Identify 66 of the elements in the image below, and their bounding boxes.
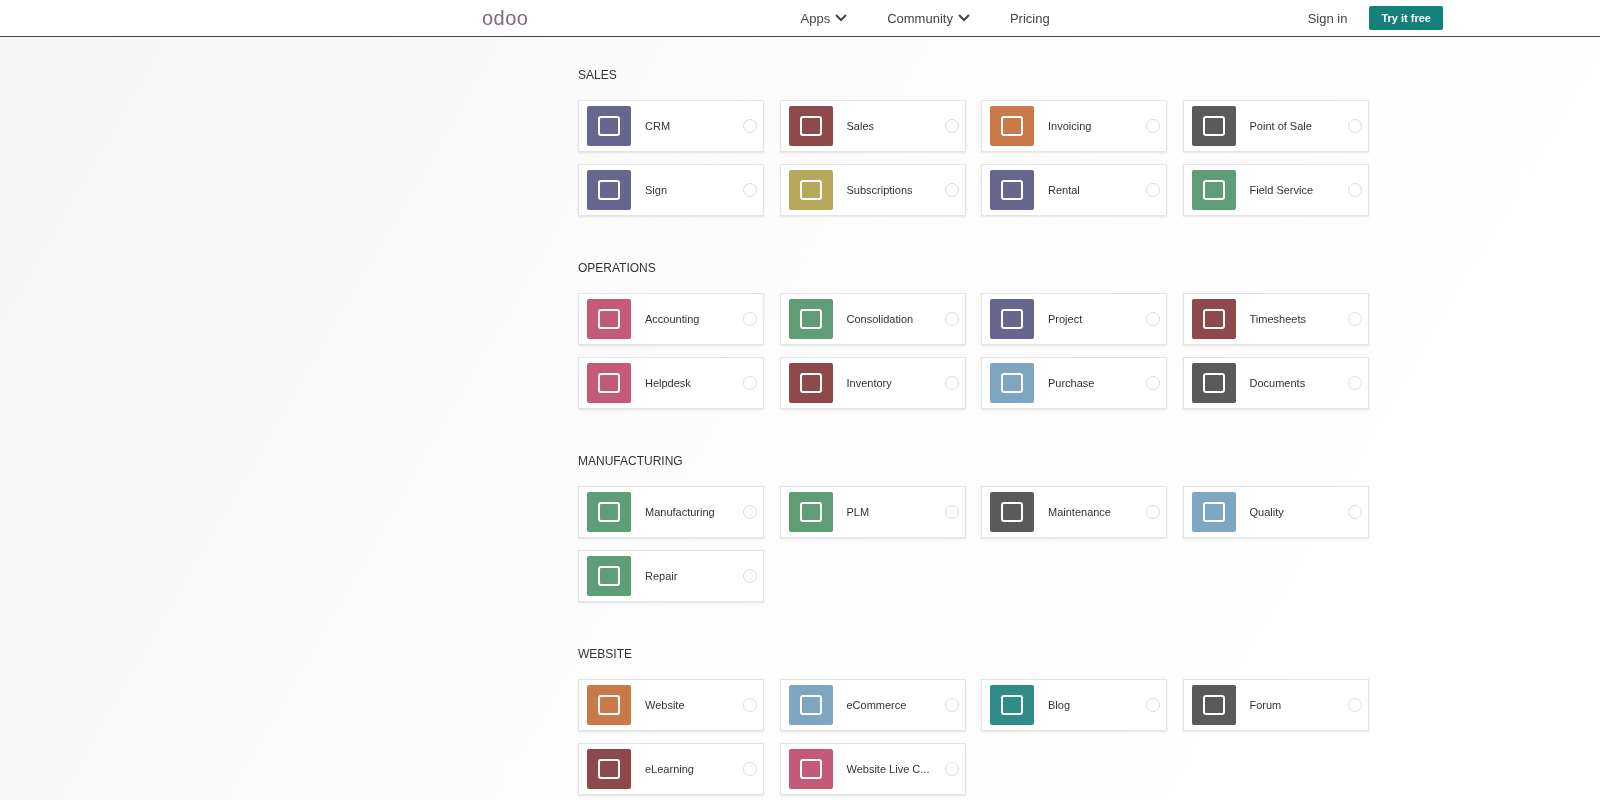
app-card[interactable]: Consolidation <box>779 293 966 345</box>
app-name: Maintenance <box>1048 506 1112 518</box>
app-name: Consolidation <box>846 313 915 325</box>
app-name: Repair <box>645 570 679 582</box>
app-card[interactable]: Blog <box>981 679 1167 731</box>
app-card[interactable]: Sales <box>779 100 966 152</box>
app-name: Point of Sale <box>1249 120 1313 132</box>
app-card[interactable]: Invoicing <box>981 100 1167 152</box>
app-name: Website <box>645 699 686 711</box>
app-name: Project <box>1048 313 1084 325</box>
nav-link[interactable]: Apps <box>800 10 848 26</box>
app-name: Invoicing <box>1048 120 1093 132</box>
app-card[interactable]: eCommerce <box>779 679 966 731</box>
app-name: Timesheets <box>1249 313 1307 325</box>
app-card[interactable]: Helpdesk <box>578 357 764 409</box>
app-name: Forum <box>1249 699 1283 711</box>
app-card[interactable]: Rental <box>981 164 1167 216</box>
sign-in-link[interactable]: Sign in <box>1307 10 1348 26</box>
app-card[interactable]: eLearning <box>578 743 764 795</box>
app-card[interactable]: PLM <box>779 486 966 538</box>
app-name: Manufacturing <box>645 506 716 518</box>
app-card[interactable]: Sign <box>578 164 764 216</box>
app-name: Blog <box>1048 699 1072 711</box>
app-name: CRM <box>645 120 672 132</box>
nav-link[interactable]: Pricing <box>1009 10 1050 26</box>
app-name: eLearning <box>645 763 695 775</box>
app-card[interactable]: Repair <box>578 550 764 602</box>
app-card[interactable]: CRM <box>578 100 764 152</box>
section-heading: WEBSITE <box>578 646 633 662</box>
app-card[interactable]: Timesheets <box>1182 293 1369 345</box>
app-name: Website Live C... <box>846 763 931 775</box>
chevron-down-icon <box>835 14 848 22</box>
app-card[interactable]: Subscriptions <box>779 164 966 216</box>
app-card[interactable]: Inventory <box>779 357 966 409</box>
section-heading: OPERATIONS <box>578 260 657 276</box>
app-name: Field Service <box>1249 184 1315 196</box>
app-card[interactable]: Documents <box>1182 357 1369 409</box>
app-name: Sales <box>846 120 876 132</box>
app-name: Accounting <box>645 313 701 325</box>
app-name: Helpdesk <box>645 377 692 389</box>
app-card[interactable]: Point of Sale <box>1182 100 1369 152</box>
app-card[interactable]: Maintenance <box>981 486 1167 538</box>
app-card[interactable]: Forum <box>1182 679 1369 731</box>
app-name: eCommerce <box>846 699 908 711</box>
app-name: Inventory <box>846 377 893 389</box>
section-heading: SALES <box>578 67 618 83</box>
section-heading: MANUFACTURING <box>578 453 684 469</box>
app-card[interactable]: Website Live C... <box>779 743 966 795</box>
app-card[interactable]: Purchase <box>981 357 1167 409</box>
app-name: Purchase <box>1048 377 1096 389</box>
app-card[interactable]: Field Service <box>1182 164 1369 216</box>
app-name: Rental <box>1048 184 1081 196</box>
app-card[interactable]: Website <box>578 679 764 731</box>
app-name: Quality <box>1249 506 1285 518</box>
app-card[interactable]: Project <box>981 293 1167 345</box>
chevron-down-icon <box>957 14 970 22</box>
app-card[interactable]: Manufacturing <box>578 486 764 538</box>
app-name: Subscriptions <box>846 184 914 196</box>
app-card[interactable]: Accounting <box>578 293 764 345</box>
app-name: Sign <box>645 184 669 196</box>
logo[interactable]: odoo <box>482 6 529 30</box>
app-name: PLM <box>846 506 871 518</box>
nav-link[interactable]: Community <box>887 10 970 26</box>
app-name: Documents <box>1249 377 1307 389</box>
try-free-button[interactable]: Try it free <box>1369 6 1443 30</box>
app-card[interactable]: Quality <box>1182 486 1369 538</box>
